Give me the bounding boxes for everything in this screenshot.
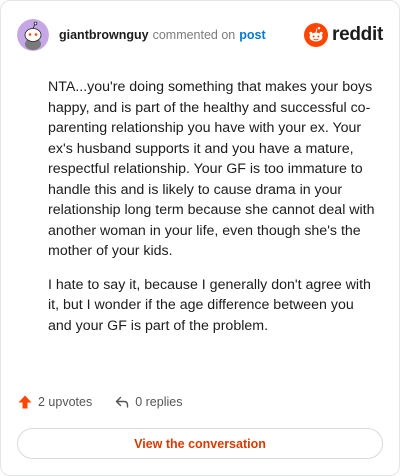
comment-meta: giantbrownguy commented on post <box>59 28 266 42</box>
comment-body: NTA...you're doing something that makes … <box>48 77 380 336</box>
reply-arrow-icon <box>116 396 129 408</box>
replies-count: 0 replies <box>135 395 183 409</box>
reddit-brand[interactable]: reddit <box>304 23 383 47</box>
username-link[interactable]: giantbrownguy <box>59 28 149 42</box>
snoo-avatar-icon[interactable] <box>17 19 49 51</box>
upvotes-count: 2 upvotes <box>38 395 93 409</box>
comment-embed-card: giantbrownguy commented on post reddit N… <box>0 0 400 476</box>
comment-paragraph: NTA...you're doing something that makes … <box>48 79 375 259</box>
replies-stat[interactable]: 0 replies <box>114 394 182 410</box>
view-conversation-button[interactable]: View the conversation <box>17 428 383 459</box>
comment-header: giantbrownguy commented on post reddit <box>17 17 383 53</box>
post-link[interactable]: post <box>239 28 265 42</box>
upvote-arrow-icon <box>18 395 32 409</box>
action-text: commented on <box>152 28 236 42</box>
upvotes-stat[interactable]: 2 upvotes <box>17 394 92 410</box>
comment-footer: 2 upvotes 0 replies <box>17 394 204 410</box>
reddit-logo-icon <box>304 23 329 47</box>
reddit-wordmark: reddit <box>332 24 383 45</box>
comment-paragraph: I hate to say it, because I generally do… <box>48 276 371 334</box>
